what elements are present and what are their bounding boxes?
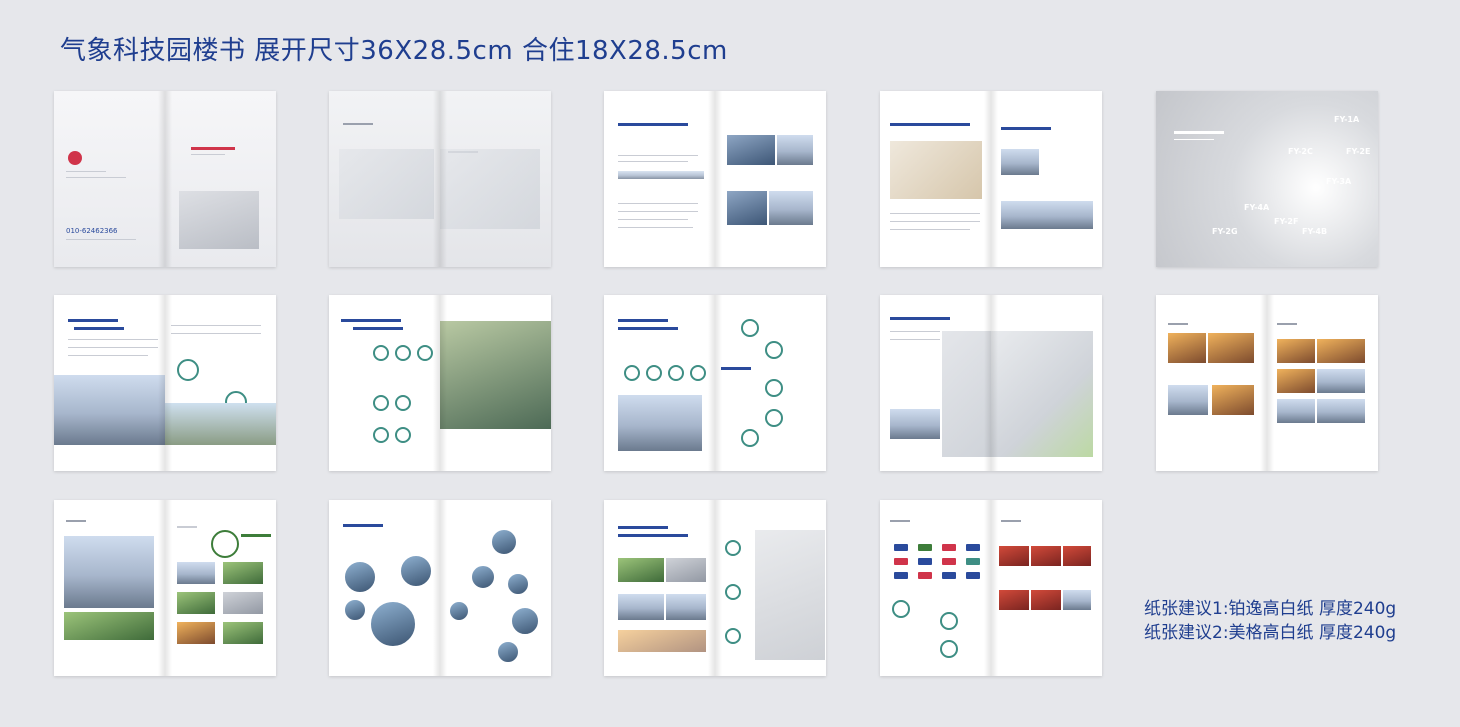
spread-map-images [880,91,1102,267]
spread-building-config [329,500,551,676]
satellite-label: FY-2C [1288,147,1313,156]
spread-enterprises-history [880,500,1102,676]
spread-service-platform [604,295,826,471]
spread-services [604,500,826,676]
spread-satellites: FY-1A FY-2C FY-2E FY-3A FY-4A FY-2F FY-2… [1156,91,1378,267]
satellite-label: FY-1A [1334,115,1360,124]
spread-text-images-1 [604,91,826,267]
spread-aerial [329,295,551,471]
satellite-label: FY-2E [1346,147,1371,156]
satellite-label: FY-4A [1244,203,1270,212]
spread-photos-1 [1156,295,1378,471]
satellite-label: FY-3A [1326,177,1352,186]
spread-green-building [54,500,276,676]
satellite-label: FY-2G [1212,227,1238,236]
satellite-label: FY-2F [1274,217,1299,226]
page-title: 气象科技园楼书 展开尺寸36X28.5cm 合住18X28.5cm [60,36,728,66]
cover-phone: 010-62462366 [66,227,118,235]
spread-location-map [880,295,1102,471]
satellite-label: FY-4B [1302,227,1328,236]
paper-suggestion-2: 纸张建议2:美格高白纸 厚度240g [1144,623,1397,643]
spread-cover: 010-62462366 [54,91,276,267]
paper-suggestion-1: 纸张建议1:铂逸高白纸 厚度240g [1144,599,1397,619]
spread-world-map [329,91,551,267]
spread-building-1 [54,295,276,471]
